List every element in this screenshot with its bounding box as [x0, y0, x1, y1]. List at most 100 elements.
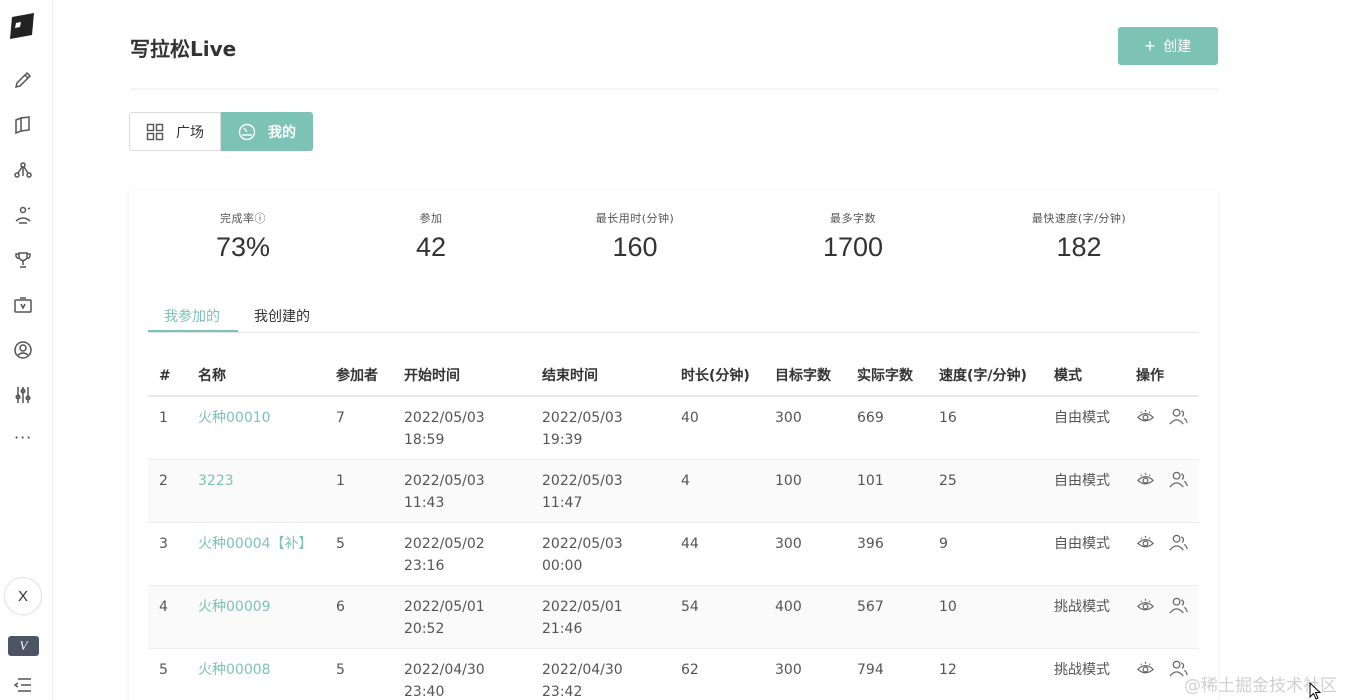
table-row: 2 3223 1 2022/05/03 11:43 2022/05/03 11:47…	[148, 459, 1199, 523]
row-number: 5	[148, 648, 187, 700]
speed-cell: 16	[928, 396, 1043, 460]
column-header: 操作	[1125, 355, 1199, 397]
stat-most-words: 最多字数 1700	[803, 210, 903, 263]
start-date: 2022/05/03	[404, 410, 485, 426]
participants-icon[interactable]	[1169, 407, 1188, 426]
segment-square[interactable]: 广场	[129, 112, 221, 151]
mode-cell: 自由模式	[1043, 396, 1125, 460]
collapse-menu-icon[interactable]	[13, 676, 33, 694]
end-date: 2022/05/03	[542, 536, 623, 552]
participants-icon[interactable]	[1169, 533, 1188, 552]
end-clock: 00:00	[542, 558, 583, 574]
start-date: 2022/05/02	[404, 536, 485, 552]
target-words-cell: 300	[764, 522, 846, 586]
stat-fastest-speed: 最快速度(字/分钟) 182	[1009, 210, 1149, 263]
view-eye-icon[interactable]	[1136, 533, 1155, 552]
view-eye-icon[interactable]	[1136, 596, 1155, 615]
session-name-link[interactable]: 火种00004【补】	[198, 536, 313, 552]
column-header: 参加者	[325, 355, 393, 397]
tab-bar: 我参加的 我创建的	[148, 296, 1199, 333]
more-icon[interactable]: ···	[14, 428, 32, 447]
session-name-link[interactable]: 火种00008	[198, 662, 271, 678]
v-badge[interactable]: V	[8, 636, 39, 656]
sliders-icon[interactable]	[12, 384, 34, 406]
participants-cell: 7	[325, 396, 393, 460]
end-date: 2022/05/03	[542, 410, 623, 426]
trophy-icon[interactable]	[12, 249, 34, 271]
stat-label: 参加	[419, 212, 443, 225]
column-header: 实际字数	[846, 355, 928, 397]
start-clock: 20:52	[404, 621, 445, 637]
participants-cell: 1	[325, 459, 393, 523]
app-logo-icon[interactable]	[7, 11, 37, 41]
column-header: #	[148, 355, 187, 397]
participants-icon[interactable]	[1169, 596, 1188, 615]
speed-cell: 9	[928, 522, 1043, 586]
end-clock: 19:39	[542, 432, 583, 448]
participants-icon[interactable]	[1169, 470, 1188, 489]
column-header: 结束时间	[531, 355, 670, 397]
stat-completion-rate: 完成率ⓘ 73%	[213, 210, 273, 263]
start-clock: 11:43	[404, 495, 445, 511]
session-name-link[interactable]: 火种00009	[198, 599, 271, 615]
mode-cell: 挑战模式	[1043, 585, 1125, 649]
stat-value: 73%	[215, 232, 271, 262]
video-folder-icon[interactable]	[12, 294, 34, 316]
tab-created[interactable]: 我创建的	[254, 306, 310, 326]
actual-words-cell: 101	[846, 459, 928, 523]
speed-cell: 12	[928, 648, 1043, 700]
create-button[interactable]: + 创建	[1118, 27, 1218, 65]
user-circle-icon[interactable]	[12, 339, 34, 361]
view-eye-icon[interactable]	[1136, 470, 1155, 489]
table-row: 1 火种00010 7 2022/05/03 18:59 2022/05/03 19…	[148, 396, 1199, 460]
segment-mine-label: 我的	[268, 124, 296, 141]
start-clock: 23:40	[404, 684, 445, 700]
actual-words-cell: 567	[846, 585, 928, 649]
target-words-cell: 300	[764, 648, 846, 700]
row-number: 2	[148, 459, 187, 523]
dashboard-icon	[238, 123, 256, 140]
header-divider	[130, 88, 1218, 90]
stat-value: 160	[612, 232, 658, 262]
pencil-icon[interactable]	[12, 69, 34, 91]
stat-label: 完成率ⓘ	[220, 212, 266, 225]
end-clock: 21:46	[542, 621, 583, 637]
participants-cell: 6	[325, 585, 393, 649]
start-clock: 18:59	[404, 432, 445, 448]
table-row: 3 火种00004【补】 5 2022/05/02 23:16 2022/05/0…	[148, 522, 1199, 586]
start-date: 2022/04/30	[404, 662, 485, 678]
view-eye-icon[interactable]	[1136, 659, 1155, 678]
session-name-link[interactable]: 3223	[198, 473, 234, 489]
table-row: 5 火种00008 5 2022/04/30 23:40 2022/04/30 23…	[148, 648, 1199, 700]
actual-words-cell: 396	[846, 522, 928, 586]
network-icon[interactable]	[12, 159, 34, 181]
view-eye-icon[interactable]	[1136, 407, 1155, 426]
stat-value: 1700	[822, 232, 884, 262]
session-name-link[interactable]: 火种00010	[198, 410, 271, 426]
x-button[interactable]: X	[4, 577, 42, 615]
start-date: 2022/05/03	[404, 473, 485, 489]
stat-label: 最长用时(分钟)	[595, 212, 675, 225]
end-date: 2022/05/03	[542, 473, 623, 489]
speed-cell: 25	[928, 459, 1043, 523]
column-header: 模式	[1043, 355, 1125, 397]
target-words-cell: 100	[764, 459, 846, 523]
stats-card: 完成率ⓘ 73% 参加 42 最长用时(分钟) 160 最多字数 1700 最快…	[129, 190, 1218, 700]
duration-cell: 54	[670, 585, 764, 649]
book-icon[interactable]	[12, 114, 34, 136]
meditation-icon[interactable]	[12, 204, 34, 226]
end-time-cell: 2022/05/03 11:47	[531, 459, 670, 523]
page-title: 写拉松Live	[130, 37, 237, 61]
column-header: 时长(分钟)	[670, 355, 764, 397]
mode-cell: 自由模式	[1043, 522, 1125, 586]
column-header: 目标字数	[764, 355, 846, 397]
duration-cell: 44	[670, 522, 764, 586]
start-time-cell: 2022/05/02 23:16	[393, 522, 531, 586]
start-time-cell: 2022/05/03 18:59	[393, 396, 531, 460]
tab-joined[interactable]: 我参加的	[164, 306, 220, 326]
stat-joined: 参加 42	[401, 210, 461, 263]
end-date: 2022/05/01	[542, 599, 623, 615]
segment-mine[interactable]: 我的	[221, 112, 313, 151]
table-row: 4 火种00009 6 2022/05/01 20:52 2022/05/01 21…	[148, 585, 1199, 649]
row-number: 3	[148, 522, 187, 586]
